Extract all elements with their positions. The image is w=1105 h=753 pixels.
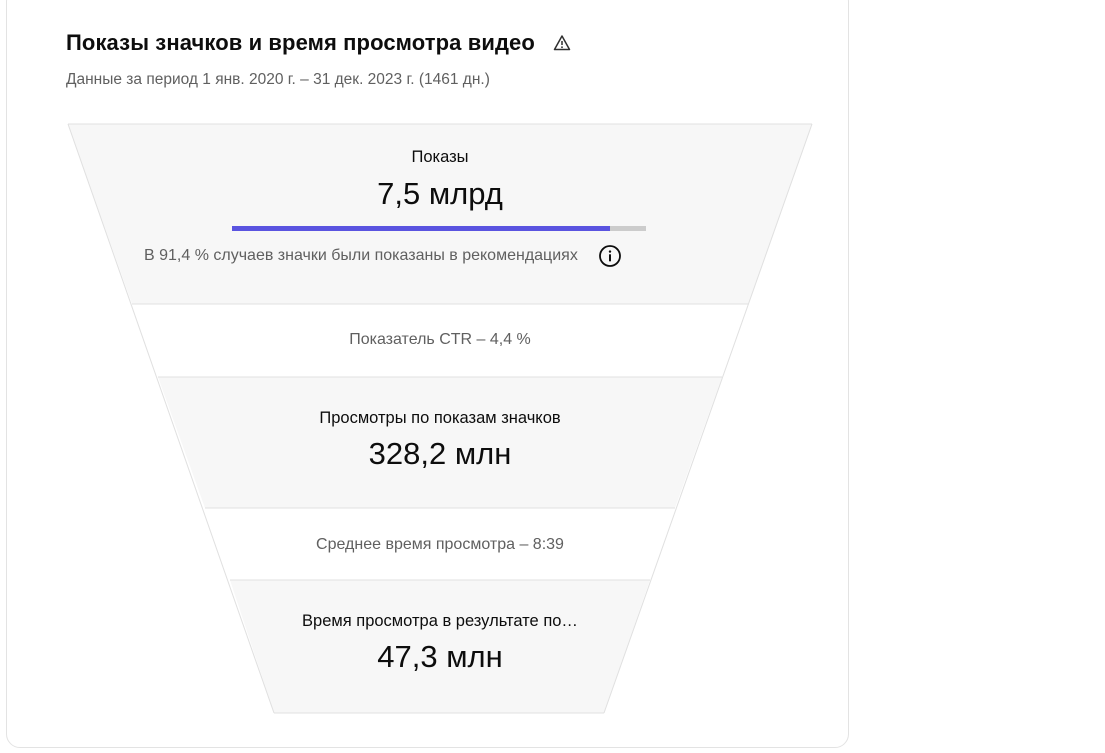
impressions-stage: Показы 7,5 млрд [0,148,880,212]
impressions-value: 7,5 млрд [377,176,503,211]
recommendations-progress-fill [232,226,611,231]
recommendations-note-text: В 91,4 % случаев значки были показаны в … [144,247,578,264]
info-icon[interactable] [598,244,622,268]
ctr-text: Показатель CTR – 4,4 % [349,331,531,348]
views-value: 328,2 млн [368,436,512,471]
watch-time-stage: Время просмотра в результате по… 47,3 мл… [0,612,880,675]
avg-watch-text: Среднее время просмотра – 8:39 [316,536,564,553]
recommendations-note: В 91,4 % случаев значки были показаны в … [144,244,622,268]
ctr-stage: Показатель CTR – 4,4 % [0,331,880,349]
impressions-label: Показы [411,148,469,166]
watch-time-value: 47,3 млн [377,639,503,674]
watch-time-label: Время просмотра в результате по… [302,612,578,630]
recommendations-progress-bar [232,226,646,231]
views-stage: Просмотры по показам значков 328,2 млн [0,409,880,472]
avg-watch-stage: Среднее время просмотра – 8:39 [0,536,880,554]
views-label: Просмотры по показам значков [319,409,561,427]
